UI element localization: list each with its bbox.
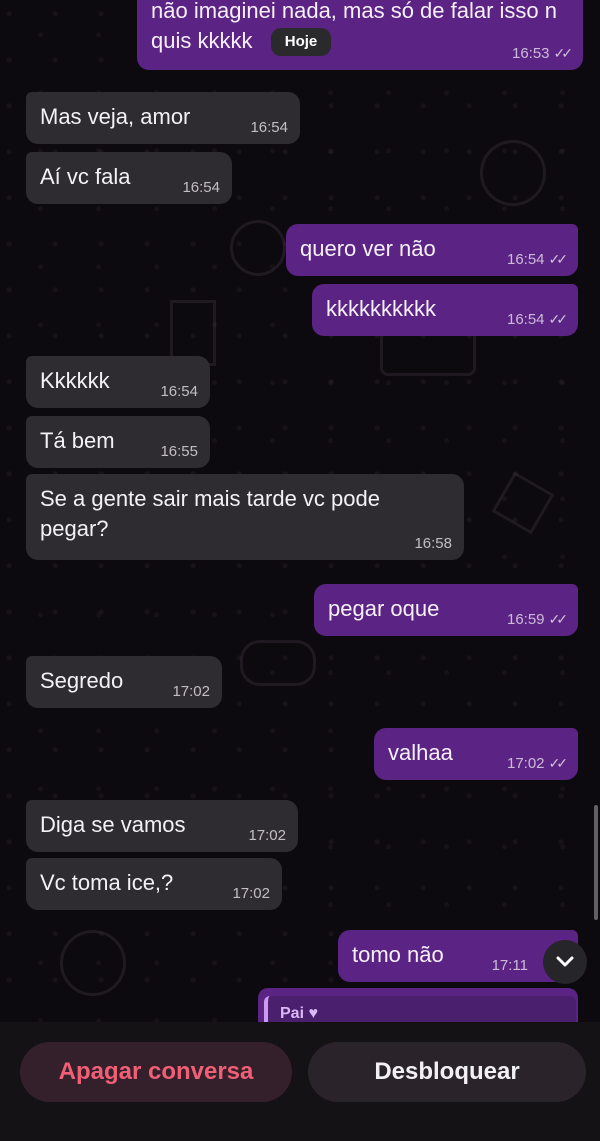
message-bubble-outgoing[interactable]: tomo não 17:11 [338, 930, 578, 982]
message-text: tomo não [352, 942, 444, 967]
message-time: 16:59 ✓✓ [506, 611, 569, 628]
message-time: 16:58 [414, 535, 452, 552]
chevron-down-icon [556, 956, 574, 967]
message-text: Vc toma ice,? [40, 870, 174, 895]
double-check-icon: ✓✓ [548, 755, 569, 771]
message-text: Kkkkkk [40, 368, 110, 393]
scrollbar[interactable] [594, 805, 598, 920]
double-check-icon: ✓✓ [548, 251, 569, 267]
message-text: pegar oque [328, 596, 440, 621]
message-time: 16:55 [160, 443, 198, 460]
message-bubble-outgoing[interactable]: kkkkkkkkkk 16:54 ✓✓ [312, 284, 578, 336]
message-time: 16:54 [160, 383, 198, 400]
message-time: 17:02 [172, 683, 210, 700]
message-bubble-incoming[interactable]: Kkkkkk 16:54 [26, 356, 210, 408]
message-text: Aí vc fala [40, 164, 131, 189]
double-check-icon: ✓✓ [548, 611, 569, 627]
scroll-down-button[interactable] [543, 940, 587, 984]
message-time: 17:02 ✓✓ [506, 755, 569, 772]
double-check-icon: ✓✓ [553, 45, 574, 61]
message-text: Segredo [40, 668, 124, 693]
message-time: 16:53 ✓✓ [511, 45, 574, 62]
message-bubble-incoming[interactable]: Aí vc fala 16:54 [26, 152, 232, 204]
message-time: 17:11 [491, 957, 528, 974]
message-text: Se a gente sair mais tarde vc pode pegar… [40, 486, 380, 541]
message-time: 16:54 [250, 119, 288, 136]
message-bubble-outgoing[interactable]: quero ver não 16:54 ✓✓ [286, 224, 578, 276]
message-text: quero ver não [300, 236, 436, 261]
message-text: kkkkkkkkkk [326, 296, 436, 321]
reply-preview-bubble[interactable]: Pai ♥ [258, 988, 578, 1026]
message-time: 16:54 ✓✓ [506, 251, 569, 268]
message-bubble-incoming[interactable]: Segredo 17:02 [26, 656, 222, 708]
message-bubble-incoming[interactable]: Diga se vamos 17:02 [26, 800, 298, 852]
message-bubble-incoming[interactable]: Se a gente sair mais tarde vc pode pegar… [26, 474, 464, 560]
message-text: valhaa [388, 740, 453, 765]
message-bubble-outgoing[interactable]: valhaa 17:02 ✓✓ [374, 728, 578, 780]
message-text: Tá bem [40, 428, 115, 453]
message-text: Mas veja, amor [40, 104, 191, 129]
message-bubble-incoming[interactable]: Mas veja, amor 16:54 [26, 92, 300, 144]
message-bubble-incoming[interactable]: Vc toma ice,? 17:02 [26, 858, 282, 910]
message-bubble-outgoing[interactable]: pegar oque 16:59 ✓✓ [314, 584, 578, 636]
reply-sender-name: Pai ♥ [280, 1005, 318, 1022]
message-bubble-outgoing[interactable]: não imaginei nada, mas só de falar isso … [137, 0, 583, 70]
heart-icon: ♥ [308, 1005, 318, 1022]
message-time: 17:02 [232, 885, 270, 902]
message-time: 16:54 [182, 179, 220, 196]
message-time: 17:02 [248, 827, 286, 844]
delete-conversation-button[interactable]: Apagar conversa [20, 1042, 292, 1102]
message-bubble-incoming[interactable]: Tá bem 16:55 [26, 416, 210, 468]
message-time: 16:54 ✓✓ [506, 311, 569, 328]
double-check-icon: ✓✓ [548, 311, 569, 327]
date-chip: Hoje [271, 28, 331, 56]
message-text: não imaginei nada, mas só de falar isso … [151, 0, 558, 53]
message-text: Diga se vamos [40, 812, 186, 837]
unblock-button[interactable]: Desbloquear [308, 1042, 586, 1102]
